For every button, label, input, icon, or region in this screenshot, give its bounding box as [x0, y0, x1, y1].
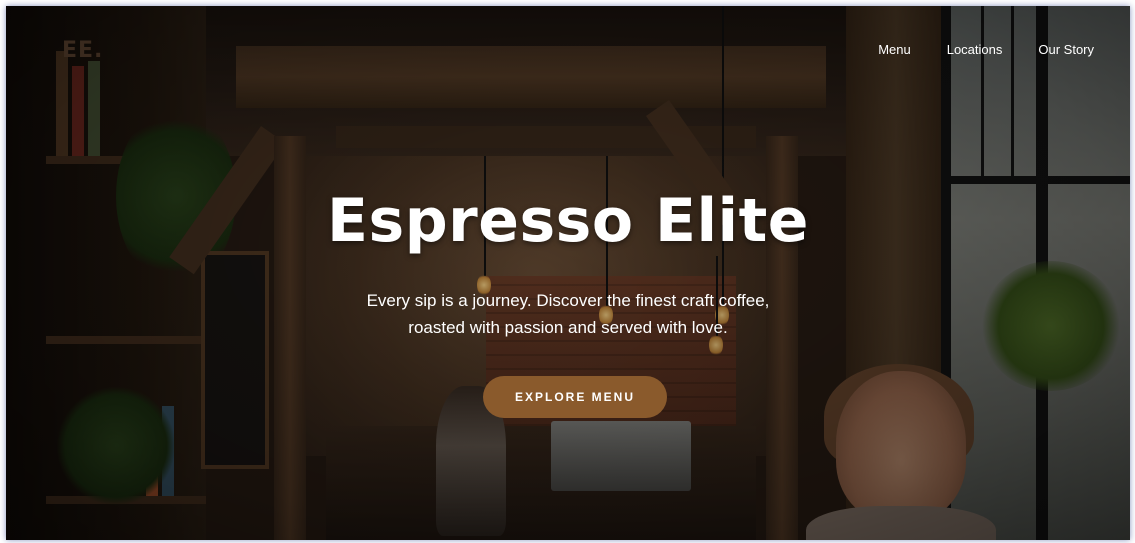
nav-item-locations[interactable]: Locations	[947, 42, 1003, 57]
hero-title: Espresso Elite	[327, 186, 809, 256]
hero-subtitle: Every sip is a journey. Discover the fin…	[6, 287, 1130, 341]
brand-logo[interactable]: EE.	[62, 38, 103, 63]
main-nav: Menu Locations Our Story	[878, 42, 1094, 57]
hero-subtitle-line-1: Every sip is a journey. Discover the fin…	[366, 291, 770, 310]
explore-menu-button[interactable]: EXPLORE MENU	[483, 376, 667, 418]
nav-item-menu[interactable]: Menu	[878, 42, 911, 57]
hero-subtitle-line-2: roasted with passion and served with lov…	[408, 318, 728, 337]
cafe-background-image	[6, 6, 1130, 540]
hero-section: EE. Menu Locations Our Story Espresso El…	[6, 6, 1130, 540]
nav-item-our-story[interactable]: Our Story	[1038, 42, 1094, 57]
